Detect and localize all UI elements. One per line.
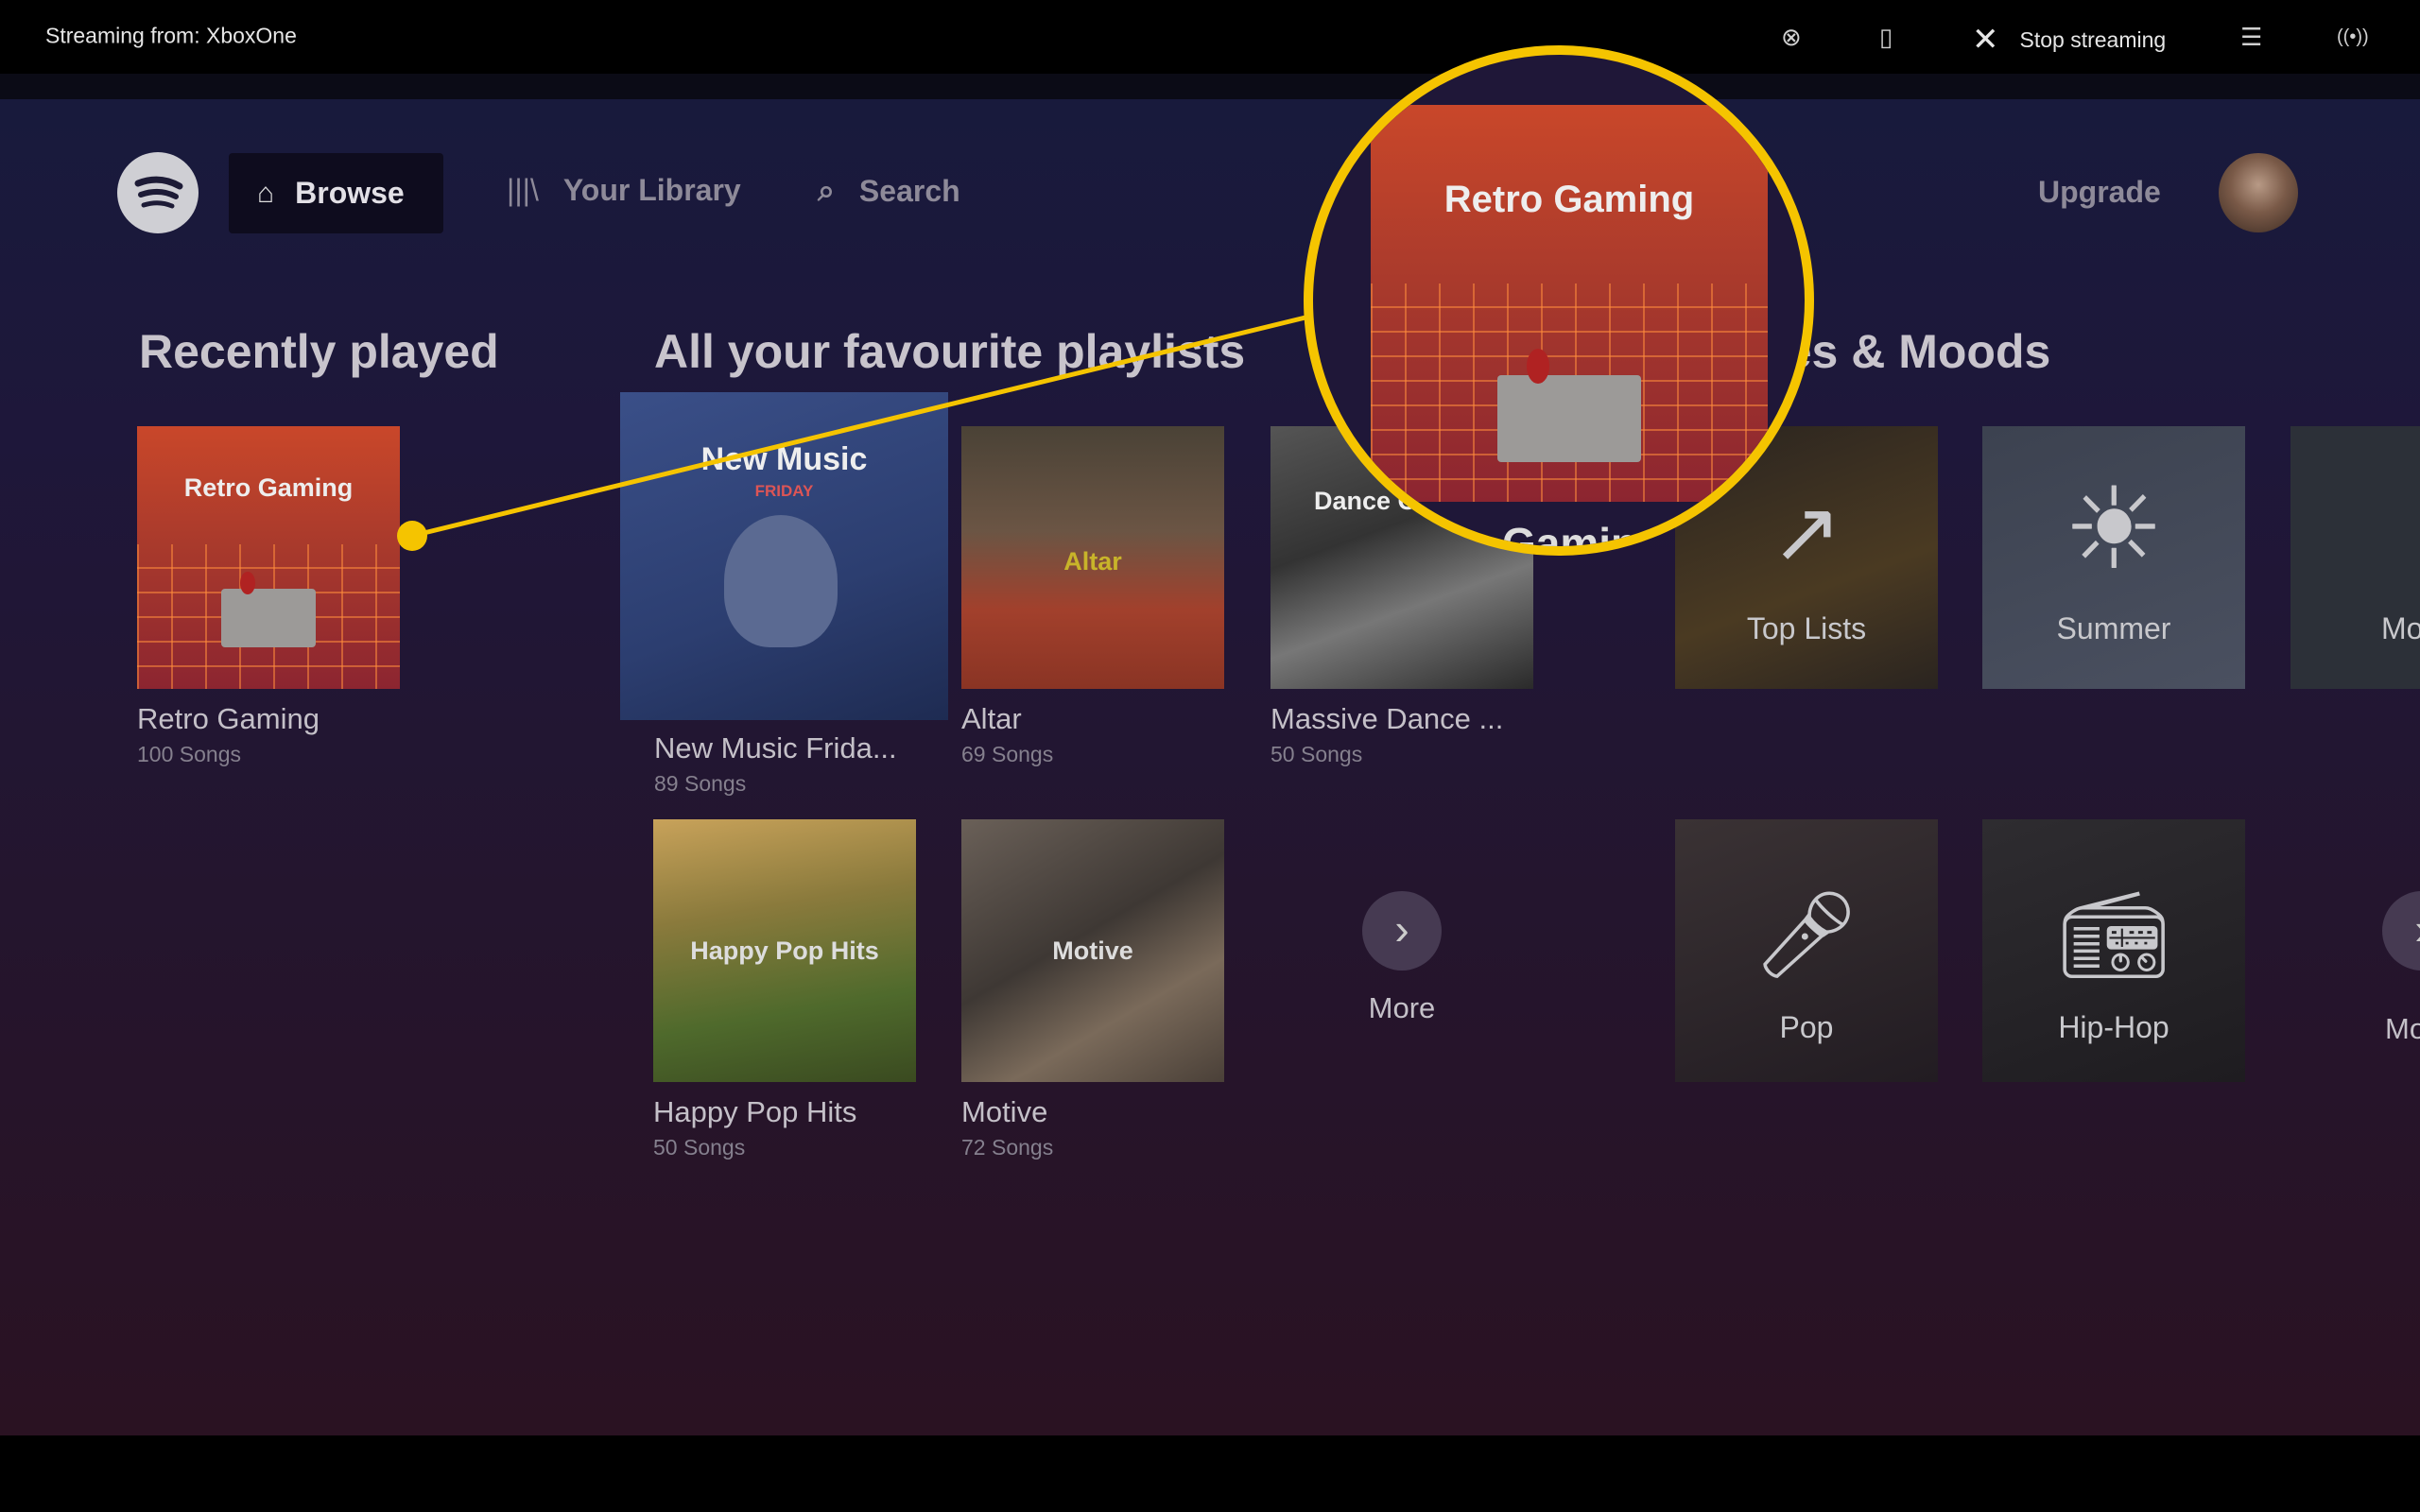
arcade-controller-image: [1497, 348, 1641, 462]
arcade-controller-image: [220, 571, 317, 647]
bottom-bar: [0, 1435, 2420, 1512]
magnified-title: Retro Gaming: [1443, 179, 1695, 220]
magnifier: Retro Gaming Gamin: [1304, 45, 1814, 556]
callout-dot: [397, 521, 427, 551]
magnified-retro-gaming-art: Retro Gaming: [1371, 105, 1768, 502]
callout-line: [397, 314, 1310, 551]
